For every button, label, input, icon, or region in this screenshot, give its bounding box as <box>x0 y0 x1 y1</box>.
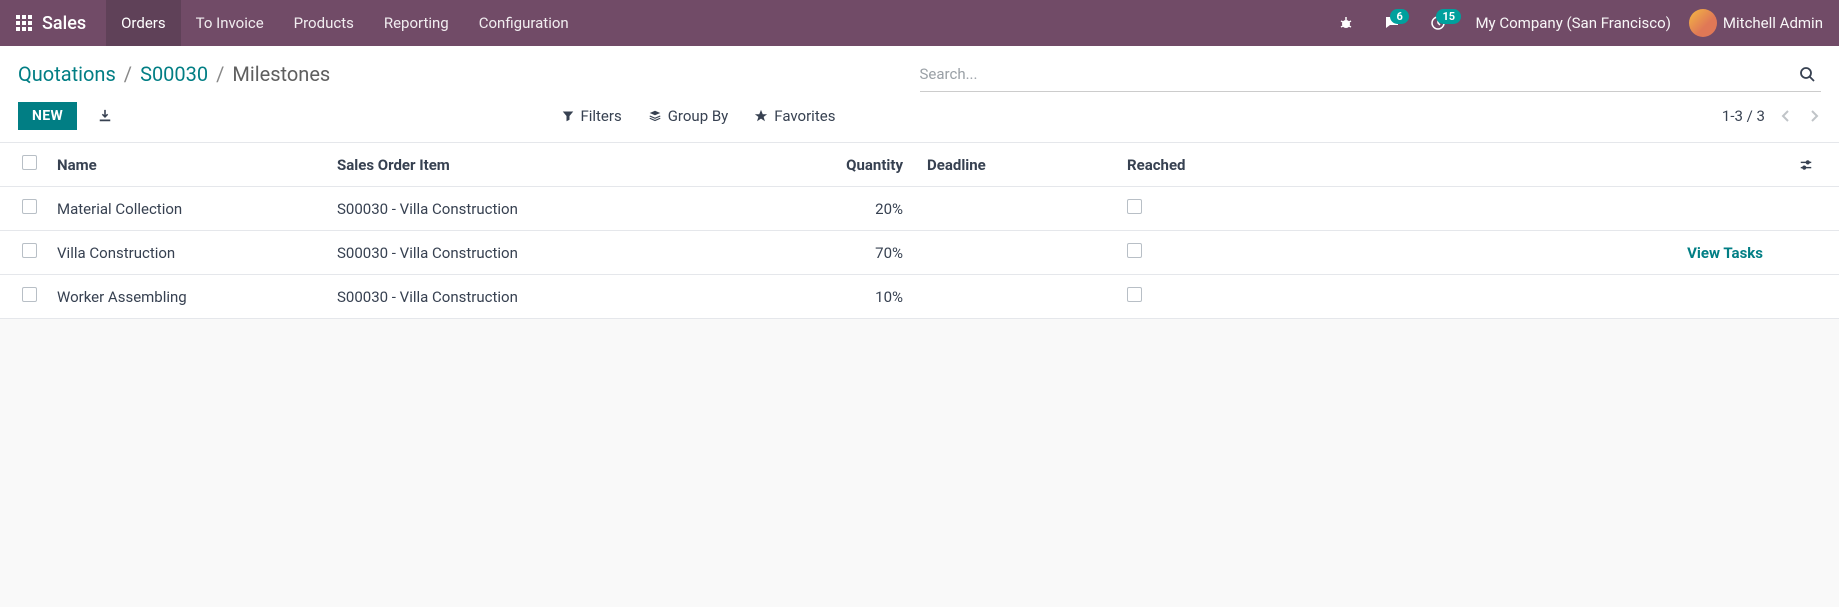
select-all-checkbox[interactable] <box>22 155 37 170</box>
col-name[interactable]: Name <box>47 143 327 187</box>
activities-icon[interactable]: 15 <box>1424 15 1452 31</box>
reached-checkbox[interactable] <box>1127 243 1142 258</box>
nav-item-configuration[interactable]: Configuration <box>464 0 584 46</box>
download-icon[interactable] <box>91 105 119 127</box>
nav-item-to-invoice[interactable]: To Invoice <box>181 0 279 46</box>
cell-quantity[interactable]: 70% <box>827 231 917 275</box>
favorites-button[interactable]: Favorites <box>754 107 835 125</box>
search-icon[interactable] <box>1793 66 1821 82</box>
pager-next-icon[interactable] <box>1807 107 1821 125</box>
main-navbar: Sales Orders To Invoice Products Reporti… <box>0 0 1839 46</box>
activities-badge: 15 <box>1436 9 1461 24</box>
pager-prev-icon[interactable] <box>1779 107 1793 125</box>
adjust-columns-icon[interactable] <box>1789 143 1839 187</box>
table-row[interactable]: Material Collection S00030 - Villa Const… <box>0 187 1839 231</box>
cell-sales-order-item[interactable]: S00030 - Villa Construction <box>327 231 827 275</box>
row-action-link[interactable]: View Tasks <box>1687 244 1763 262</box>
table-row[interactable]: Villa Construction S00030 - Villa Constr… <box>0 231 1839 275</box>
filters-label: Filters <box>580 107 621 125</box>
debug-icon[interactable] <box>1332 15 1360 31</box>
cell-quantity[interactable]: 20% <box>827 187 917 231</box>
cell-name[interactable]: Worker Assembling <box>47 275 327 319</box>
funnel-icon <box>562 110 574 122</box>
cell-deadline[interactable] <box>917 231 1117 275</box>
pager-text[interactable]: 1-3 / 3 <box>1722 107 1765 125</box>
breadcrumb-current: Milestones <box>232 62 330 86</box>
new-button[interactable]: NEW <box>18 102 77 130</box>
nav-item-reporting[interactable]: Reporting <box>369 0 464 46</box>
search-bar[interactable] <box>920 56 1822 92</box>
cell-name[interactable]: Material Collection <box>47 187 327 231</box>
star-icon <box>754 109 768 123</box>
app-brand[interactable]: Sales <box>42 13 86 34</box>
layers-icon <box>648 110 662 122</box>
row-checkbox[interactable] <box>22 199 37 214</box>
col-sales-order-item[interactable]: Sales Order Item <box>327 143 827 187</box>
milestones-table: Name Sales Order Item Quantity Deadline … <box>0 142 1839 319</box>
reached-checkbox[interactable] <box>1127 287 1142 302</box>
user-name-label: Mitchell Admin <box>1723 14 1823 32</box>
messages-icon[interactable]: 6 <box>1378 15 1406 31</box>
col-deadline[interactable]: Deadline <box>917 143 1117 187</box>
nav-item-products[interactable]: Products <box>279 0 369 46</box>
apps-icon[interactable] <box>16 15 32 31</box>
cell-name[interactable]: Villa Construction <box>47 231 327 275</box>
user-menu[interactable]: Mitchell Admin <box>1689 9 1823 37</box>
cell-deadline[interactable] <box>917 275 1117 319</box>
breadcrumb: Quotations / S00030 / Milestones <box>18 56 330 92</box>
reached-checkbox[interactable] <box>1127 199 1142 214</box>
avatar <box>1689 9 1717 37</box>
filters-button[interactable]: Filters <box>562 107 621 125</box>
row-checkbox[interactable] <box>22 287 37 302</box>
breadcrumb-ref[interactable]: S00030 <box>140 62 208 86</box>
control-panel: Quotations / S00030 / Milestones NEW Fil… <box>0 46 1839 142</box>
groupby-button[interactable]: Group By <box>648 107 729 125</box>
table-row[interactable]: Worker Assembling S00030 - Villa Constru… <box>0 275 1839 319</box>
cell-deadline[interactable] <box>917 187 1117 231</box>
company-switcher[interactable]: My Company (San Francisco) <box>1465 14 1680 32</box>
cell-sales-order-item[interactable]: S00030 - Villa Construction <box>327 187 827 231</box>
messages-badge: 6 <box>1390 9 1408 24</box>
favorites-label: Favorites <box>774 107 835 125</box>
col-quantity[interactable]: Quantity <box>827 143 917 187</box>
breadcrumb-root[interactable]: Quotations <box>18 62 116 86</box>
cell-quantity[interactable]: 10% <box>827 275 917 319</box>
groupby-label: Group By <box>668 107 729 125</box>
search-input[interactable] <box>920 65 1794 83</box>
cell-sales-order-item[interactable]: S00030 - Villa Construction <box>327 275 827 319</box>
col-reached[interactable]: Reached <box>1117 143 1397 187</box>
nav-item-orders[interactable]: Orders <box>106 0 181 46</box>
row-checkbox[interactable] <box>22 243 37 258</box>
